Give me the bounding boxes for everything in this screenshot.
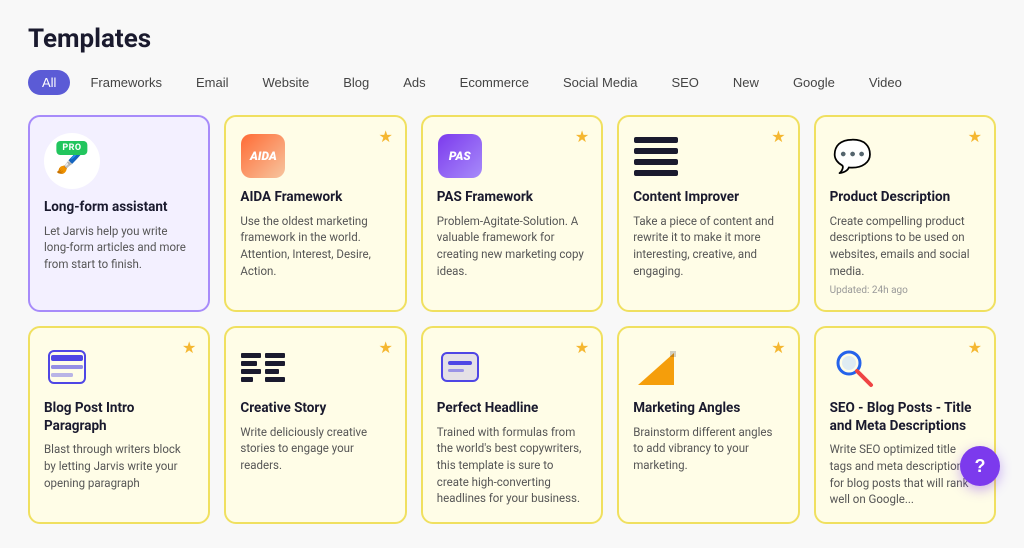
- star-icon: ★: [771, 338, 785, 357]
- card-pas-desc: Problem-Agitate-Solution. A valuable fra…: [437, 213, 587, 280]
- filter-new[interactable]: New: [719, 70, 773, 95]
- star-icon: ★: [575, 127, 589, 146]
- card-aida-title: AIDA Framework: [240, 189, 390, 207]
- product-description-icon: 💬: [830, 133, 876, 179]
- star-icon: ★: [771, 127, 785, 146]
- filter-video[interactable]: Video: [855, 70, 916, 95]
- pro-badge: PRO: [56, 141, 87, 155]
- filter-ecommerce[interactable]: Ecommerce: [446, 70, 543, 95]
- filter-frameworks[interactable]: Frameworks: [76, 70, 176, 95]
- card-product-description-desc: Create compelling product descriptions t…: [830, 213, 980, 280]
- pas-icon: PAS: [437, 133, 483, 179]
- card-marketing-angles-desc: Brainstorm different angles to add vibra…: [633, 424, 783, 474]
- seo-blog-icon: [830, 344, 876, 390]
- card-creative-story[interactable]: ★ Creative Sto: [224, 326, 406, 524]
- filter-all[interactable]: All: [28, 70, 70, 95]
- cards-row-2: ★ Blog Post Intro Paragraph Blast throug…: [28, 326, 996, 524]
- card-seo-blog[interactable]: ★ SEO - Blog Posts - Title and Meta Desc…: [814, 326, 996, 524]
- card-marketing-angles-title: Marketing Angles: [633, 400, 783, 418]
- filter-bar: All Frameworks Email Website Blog Ads Ec…: [28, 70, 996, 95]
- card-aida-desc: Use the oldest marketing framework in th…: [240, 213, 390, 280]
- filter-email[interactable]: Email: [182, 70, 243, 95]
- card-content-improver-desc: Take a piece of content and rewrite it t…: [633, 213, 783, 280]
- long-form-icon-wrapper: PRO 🖌️: [44, 133, 100, 189]
- cards-row-1: PRO 🖌️ Long-form assistant Let Jarvis he…: [28, 115, 996, 312]
- card-product-description-title: Product Description: [830, 189, 980, 207]
- card-content-improver-title: Content Improver: [633, 189, 783, 207]
- card-product-description[interactable]: ★ 💬 Product Description Create compellin…: [814, 115, 996, 312]
- card-perfect-headline-desc: Trained with formulas from the world's b…: [437, 424, 587, 507]
- card-perfect-headline-title: Perfect Headline: [437, 400, 587, 418]
- card-marketing-angles[interactable]: ★ Marketing Angles Brainstorm different …: [617, 326, 799, 524]
- card-content-improver[interactable]: ★ Content Improver Take a piece of conte…: [617, 115, 799, 312]
- star-icon: ★: [378, 127, 392, 146]
- filter-seo[interactable]: SEO: [657, 70, 712, 95]
- filter-blog[interactable]: Blog: [329, 70, 383, 95]
- marketing-angles-icon: [633, 344, 679, 390]
- star-icon: ★: [575, 338, 589, 357]
- perfect-headline-icon: [437, 344, 483, 390]
- card-long-form-desc: Let Jarvis help you write long-form arti…: [44, 223, 194, 273]
- filter-social-media[interactable]: Social Media: [549, 70, 651, 95]
- card-blog-post-intro[interactable]: ★ Blog Post Intro Paragraph Blast throug…: [28, 326, 210, 524]
- card-long-form-title: Long-form assistant: [44, 199, 194, 217]
- card-blog-post-intro-title: Blog Post Intro Paragraph: [44, 400, 194, 435]
- card-aida[interactable]: ★ AIDA AIDA Framework Use the oldest mar…: [224, 115, 406, 312]
- aida-icon: AIDA: [240, 133, 286, 179]
- star-icon: ★: [968, 338, 982, 357]
- card-pas[interactable]: ★ PAS PAS Framework Problem-Agitate-Solu…: [421, 115, 603, 312]
- card-creative-story-desc: Write deliciously creative stories to en…: [240, 424, 390, 474]
- creative-story-icon: [240, 344, 286, 390]
- star-icon: ★: [968, 127, 982, 146]
- filter-google[interactable]: Google: [779, 70, 849, 95]
- star-icon: ★: [182, 338, 196, 357]
- help-button[interactable]: ?: [960, 446, 1000, 486]
- card-pas-title: PAS Framework: [437, 189, 587, 207]
- content-improver-icon: [633, 133, 679, 179]
- card-product-description-updated: Updated: 24h ago: [830, 285, 980, 296]
- page-title: Templates: [28, 24, 996, 54]
- card-perfect-headline[interactable]: ★ Perfect Headline Trained with formulas…: [421, 326, 603, 524]
- card-blog-post-intro-desc: Blast through writers block by letting J…: [44, 441, 194, 491]
- card-long-form[interactable]: PRO 🖌️ Long-form assistant Let Jarvis he…: [28, 115, 210, 312]
- blog-post-icon: [44, 344, 90, 390]
- star-icon: ★: [378, 338, 392, 357]
- card-creative-story-title: Creative Story: [240, 400, 390, 418]
- card-seo-blog-desc: Write SEO optimized title tags and meta …: [830, 441, 980, 508]
- card-seo-blog-title: SEO - Blog Posts - Title and Meta Descri…: [830, 400, 980, 435]
- filter-website[interactable]: Website: [248, 70, 323, 95]
- filter-ads[interactable]: Ads: [389, 70, 439, 95]
